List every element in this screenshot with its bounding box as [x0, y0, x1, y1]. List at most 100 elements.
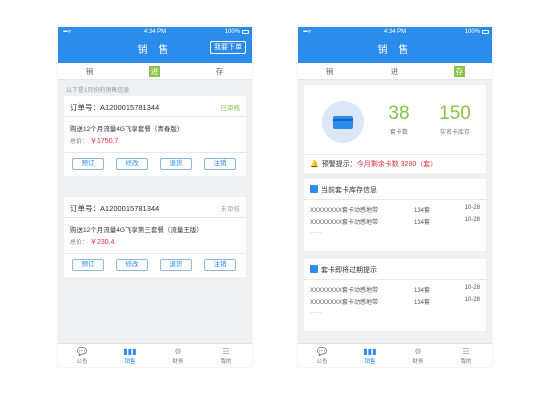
battery-level: 100% [224, 29, 240, 35]
credit-card-icon [333, 116, 353, 129]
month-hint: 以下是1月份的销售信息 [66, 88, 130, 94]
item-date: 10-28 [464, 217, 480, 223]
item-qty: 134套 [414, 208, 431, 214]
cancel-button[interactable]: 注销 [204, 259, 236, 271]
nav-label: 财务 [172, 359, 184, 365]
tab-sales[interactable]: 销 [84, 66, 95, 77]
bottom-nav: 💬 公告 ▮▮▮ 销售 ⚙ 财务 ☰ 我的 [298, 343, 492, 367]
section-title-text: 当前套卡库存信息 [321, 187, 377, 194]
order-product: 购送12个月流量4G飞享第三套餐（流量王版） [70, 227, 203, 234]
return-button[interactable]: 退货 [160, 158, 192, 170]
card-icon [322, 101, 364, 143]
nav-label: 公告 [316, 359, 328, 365]
bottom-nav: 💬 公告 ▮▮▮ 销售 ⚙ 财务 ☰ 我的 [58, 343, 252, 367]
nav-label: 公告 [76, 359, 88, 365]
status-time: 4:34 PM [383, 29, 407, 35]
list-item[interactable]: XXXXXXXX套卡动感地带 134套 10-28 [310, 217, 480, 227]
section-title: 套卡即将过期提示 [310, 265, 377, 275]
phone-sales-orders: ••••• ᯤ 4:34 PM 100% 销 售 我要下单 销 进 存 以下是1… [58, 27, 252, 367]
order-number: 订单号：A1200015781344 [70, 204, 160, 213]
stat-value: 38 [388, 103, 410, 124]
tab-stock[interactable]: 存 [214, 66, 225, 77]
divider [64, 217, 246, 218]
summary-card: 38 套卡数 150 实名卡库存 🔔 预警提示：今月剩余卡数 3280（套） [304, 85, 486, 173]
tab-purchase[interactable]: 进 [149, 66, 160, 77]
item-date: 10-28 [464, 205, 480, 211]
nav-label: 销售 [364, 359, 376, 365]
modify-button[interactable]: 修改 [116, 259, 148, 271]
order-actions: 预订 修改 退货 注销 [64, 253, 246, 275]
stat-label: 套卡数 [389, 130, 408, 136]
chat-icon: 💬 [317, 347, 327, 356]
divider [304, 154, 486, 155]
tab-sales[interactable]: 销 [324, 66, 335, 77]
item-qty: 134套 [414, 288, 431, 294]
modify-button[interactable]: 修改 [116, 158, 148, 170]
list-item[interactable]: XXXXXXXX套卡动感地带 134套 10-28 [310, 297, 480, 307]
tab-bar: 销 进 存 [298, 63, 492, 80]
item-qty: 134套 [414, 300, 431, 306]
place-order-button[interactable]: 我要下单 [210, 41, 246, 54]
item-qty: 134套 [414, 220, 431, 226]
status-time: 4:34 PM [143, 29, 167, 35]
nav-finance[interactable]: ⚙ 财务 [404, 346, 432, 365]
more-indicator: …… [310, 229, 322, 235]
stat-value: 150 [439, 103, 471, 124]
more-indicator: …… [310, 309, 322, 315]
top-bar: ••••• ᯤ 4:34 PM 100% 销 售 我要下单 [58, 27, 252, 63]
order-price: ￥1750.7 [90, 138, 119, 145]
divider [64, 116, 246, 117]
nav-finance[interactable]: ⚙ 财务 [164, 346, 192, 365]
chat-icon: 💬 [77, 347, 87, 356]
list-item[interactable]: XXXXXXXX套卡动感地带 134套 10-28 [310, 205, 480, 215]
expiry-section: 套卡即将过期提示 XXXXXXXX套卡动感地带 134套 10-28 XXXXXXX… [304, 259, 486, 331]
divider [304, 279, 486, 280]
phone-stock-summary: ••••• ᯤ 4:34 PM 100% 销 售 销 进 存 38 套卡数 15… [298, 27, 492, 367]
return-button[interactable]: 退货 [160, 259, 192, 271]
bar-chart-icon: ▮▮▮ [123, 347, 137, 356]
battery-icon [242, 30, 249, 34]
section-title: 当前套卡库存信息 [310, 185, 377, 195]
stock-info-section: 当前套卡库存信息 XXXXXXXX套卡动感地带 134套 10-28 XXXXXXX… [304, 179, 486, 251]
gear-icon: ⚙ [174, 347, 182, 356]
reserve-button[interactable]: 预订 [72, 259, 104, 271]
nav-mine[interactable]: ☰ 我的 [452, 346, 480, 365]
cancel-button[interactable]: 注销 [204, 158, 236, 170]
gear-icon: ⚙ [414, 347, 422, 356]
order-status: 已审核 [220, 105, 241, 112]
tab-bar: 销 进 存 [58, 63, 252, 80]
nav-sales[interactable]: ▮▮▮ 销售 [116, 346, 144, 365]
page-title: 销 售 [377, 45, 413, 56]
battery-level: 100% [464, 29, 480, 35]
order-total: 总价： ￥1750.7 [70, 136, 118, 146]
item-name: XXXXXXXX套卡动感地带 [310, 220, 379, 226]
order-price: ￥230.4 [90, 239, 115, 246]
nav-notice[interactable]: 💬 公告 [68, 346, 96, 365]
menu-icon: ☰ [462, 347, 470, 356]
nav-sales[interactable]: ▮▮▮ 销售 [356, 346, 384, 365]
warning-alert[interactable]: 🔔 预警提示：今月剩余卡数 3280（套） [310, 159, 437, 169]
nav-mine[interactable]: ☰ 我的 [212, 346, 240, 365]
tab-purchase[interactable]: 进 [389, 66, 400, 77]
nav-label: 我的 [460, 359, 472, 365]
bar-chart-icon: ▮▮▮ [363, 347, 377, 356]
order-number: 订单号：A1200015781344 [70, 103, 160, 112]
stat-label: 实名卡库存 [439, 130, 470, 136]
divider [304, 199, 486, 200]
order-actions: 预订 修改 退货 注销 [64, 152, 246, 174]
item-date: 10-28 [464, 297, 480, 303]
tab-stock[interactable]: 存 [454, 66, 465, 77]
list-item[interactable]: XXXXXXXX套卡动感地带 134套 10-28 [310, 285, 480, 295]
reserve-button[interactable]: 预订 [72, 158, 104, 170]
nav-label: 销售 [124, 359, 136, 365]
nav-label: 我的 [220, 359, 232, 365]
status-bar: ••••• ᯤ 4:34 PM 100% [298, 27, 492, 37]
item-name: XXXXXXXX套卡动感地带 [310, 208, 379, 214]
total-label: 总价： [70, 139, 89, 145]
order-status: 未审核 [220, 206, 241, 213]
top-bar: ••••• ᯤ 4:34 PM 100% 销 售 [298, 27, 492, 63]
nav-notice[interactable]: 💬 公告 [308, 346, 336, 365]
section-title-text: 套卡即将过期提示 [321, 267, 377, 274]
stat-card-count: 38 套卡数 [384, 103, 414, 136]
card-stripe [333, 119, 353, 121]
